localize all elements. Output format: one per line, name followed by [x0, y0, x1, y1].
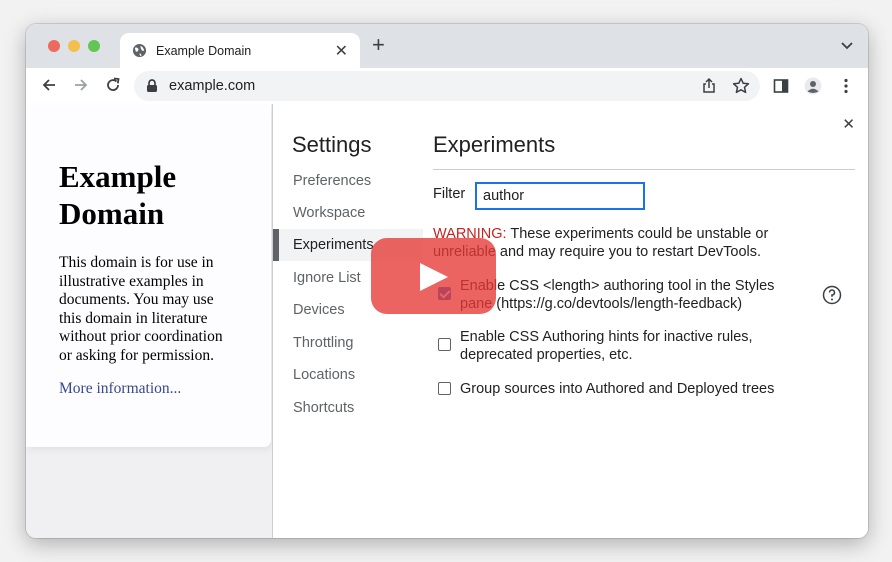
settings-nav-locations[interactable]: Locations	[273, 359, 423, 391]
page-heading: Example Domain	[59, 159, 177, 231]
close-settings-icon[interactable]: ✕	[842, 115, 855, 133]
experiment-checkbox-group-sources[interactable]	[438, 382, 451, 395]
new-tab-button[interactable]: +	[372, 34, 385, 56]
video-play-button[interactable]	[371, 238, 496, 314]
experiment-label: Enable CSS Authoring hints for inactive …	[460, 329, 753, 363]
settings-nav-workspace[interactable]: Workspace	[273, 197, 423, 229]
play-icon	[420, 263, 448, 291]
bookmark-star-icon[interactable]	[731, 76, 751, 96]
settings-nav-shortcuts[interactable]: Shortcuts	[273, 392, 423, 424]
settings-nav-label: Locations	[293, 367, 356, 383]
tab-strip: Example Domain ✕ +	[26, 24, 868, 68]
browser-toolbar: example.com	[26, 68, 868, 105]
page-content: Example Domain This domain is for use in…	[26, 104, 868, 538]
settings-nav-throttling[interactable]: Throttling	[273, 327, 423, 359]
url-text[interactable]: example.com	[169, 78, 255, 94]
browser-tab[interactable]: Example Domain ✕	[120, 33, 360, 68]
tab-search-icon[interactable]	[840, 40, 854, 50]
experiment-checkbox-authoring-hints[interactable]	[438, 338, 451, 351]
settings-nav-label: Preferences	[293, 173, 372, 189]
filter-input[interactable]	[475, 182, 645, 210]
page-paragraph: This domain is for use in illustrative e…	[59, 254, 223, 364]
settings-nav-label: Throttling	[293, 335, 354, 351]
experiment-label: Enable CSS <length> authoring tool in th…	[460, 278, 775, 312]
settings-nav-label: Shortcuts	[293, 400, 355, 416]
side-panel-icon[interactable]	[772, 77, 790, 95]
help-icon[interactable]	[822, 285, 842, 305]
reload-icon[interactable]	[104, 76, 122, 94]
share-icon[interactable]	[700, 77, 718, 95]
close-tab-icon[interactable]: ✕	[335, 41, 348, 61]
address-bar[interactable]: example.com	[134, 71, 760, 101]
settings-nav-label: Workspace	[293, 205, 366, 221]
experiment-label: Group sources into Authored and Deployed…	[460, 381, 775, 397]
settings-title: Settings	[292, 132, 372, 157]
settings-nav-label: Ignore List	[293, 270, 361, 286]
more-menu-icon[interactable]	[837, 77, 855, 95]
experiments-title: Experiments	[433, 132, 556, 157]
tab-title: Example Domain	[156, 44, 252, 58]
back-icon[interactable]	[40, 76, 58, 94]
more-information-link[interactable]: More information...	[59, 380, 181, 398]
settings-nav-label: Devices	[293, 302, 345, 318]
filter-label: Filter	[433, 186, 466, 202]
devtools-settings-panel: ✕ Settings Preferences Workspace Experim…	[272, 104, 868, 538]
example-site: Example Domain This domain is for use in…	[26, 104, 271, 447]
profile-icon[interactable]	[804, 77, 822, 95]
zoom-window-button[interactable]	[88, 40, 100, 52]
lock-icon[interactable]	[146, 79, 158, 93]
globe-icon	[132, 43, 147, 58]
forward-icon[interactable]	[72, 76, 90, 94]
settings-nav-preferences[interactable]: Preferences	[273, 165, 423, 197]
settings-nav-label: Experiments	[293, 237, 374, 253]
experiments-divider	[433, 169, 855, 170]
close-window-button[interactable]	[48, 40, 60, 52]
minimize-window-button[interactable]	[68, 40, 80, 52]
